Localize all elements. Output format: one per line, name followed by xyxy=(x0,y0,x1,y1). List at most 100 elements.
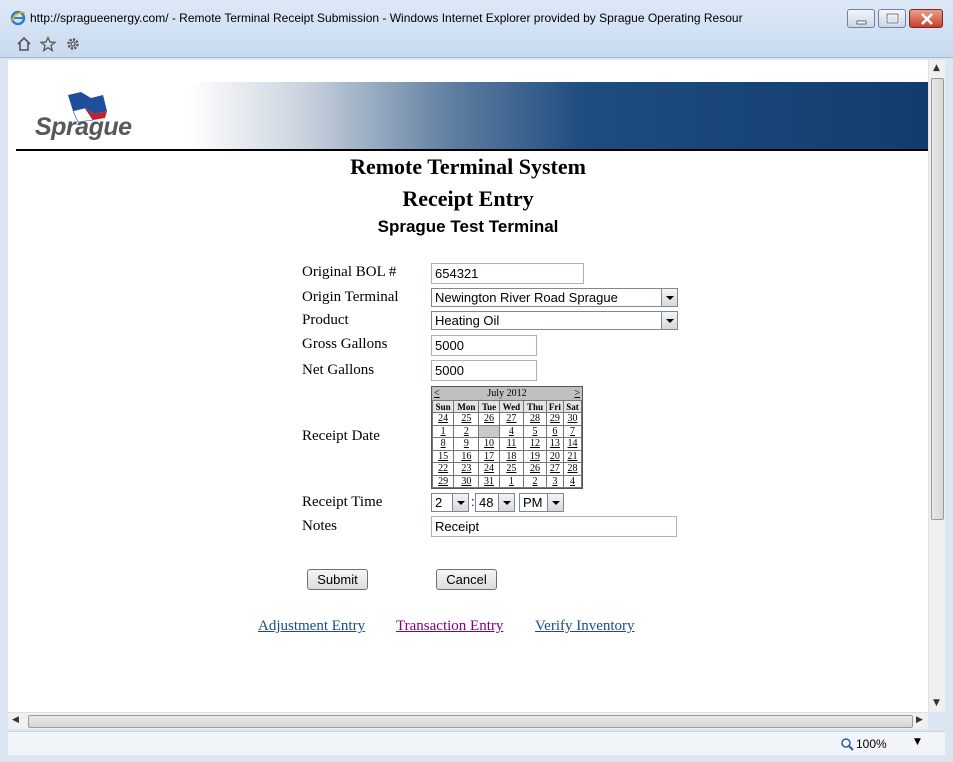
scroll-left-icon[interactable]: ◀ xyxy=(12,715,19,725)
calendar-next-month[interactable]: > xyxy=(574,387,580,400)
zoom-level[interactable]: 100% xyxy=(856,737,887,751)
calendar-day[interactable]: 6 xyxy=(545,424,565,438)
net-gallons-input[interactable]: 5000 xyxy=(431,360,537,381)
scroll-right-icon[interactable]: ▶ xyxy=(916,715,923,725)
calendar-day[interactable]: 23 xyxy=(453,462,480,476)
calendar-day[interactable]: 13 xyxy=(545,437,565,451)
calendar-day[interactable]: 27 xyxy=(498,412,525,426)
zoom-magnifier-icon[interactable] xyxy=(840,737,854,751)
logo-wordmark: Sprague xyxy=(35,113,132,141)
calendar-day[interactable]: 9 xyxy=(453,437,480,451)
calendar-day[interactable]: 22 xyxy=(431,462,455,476)
gross-gallons-input[interactable]: 5000 xyxy=(431,335,537,356)
close-button[interactable] xyxy=(909,9,943,28)
ampm-value: PM xyxy=(523,495,543,510)
calendar-day[interactable]: 29 xyxy=(545,412,565,426)
zoom-dropdown-icon[interactable]: ▼ xyxy=(914,737,921,747)
calendar-weekday: Thu xyxy=(523,400,547,413)
calendar-day[interactable]: 24 xyxy=(478,462,500,476)
calendar-day[interactable]: 11 xyxy=(498,437,525,451)
calendar-day[interactable]: 26 xyxy=(478,412,500,426)
calendar-day[interactable]: 25 xyxy=(498,462,525,476)
minimize-icon xyxy=(856,20,867,25)
gear-icon[interactable] xyxy=(65,36,81,52)
calendar-grid: Sun Mon Tue Wed Thu Fri Sat 24 25 26 27 28 29 30 1 2 3 4… xyxy=(431,400,582,488)
chevron-down-icon[interactable] xyxy=(498,494,514,511)
minimize-button[interactable] xyxy=(847,9,875,28)
bol-input[interactable]: 654321 xyxy=(431,263,584,284)
calendar-day[interactable]: 27 xyxy=(545,462,565,476)
vertical-scroll-thumb[interactable] xyxy=(931,78,944,520)
product-select[interactable]: Heating Oil xyxy=(431,311,678,330)
hour-select[interactable]: 2 xyxy=(431,493,469,512)
bol-label: Original BOL # xyxy=(302,264,397,280)
calendar-day[interactable]: 30 xyxy=(453,474,480,488)
receipt-date-label: Receipt Date xyxy=(302,428,380,444)
cancel-button[interactable]: Cancel xyxy=(436,569,497,590)
origin-terminal-label: Origin Terminal xyxy=(302,289,399,305)
calendar-day[interactable]: 1 xyxy=(431,424,455,438)
calendar-day[interactable]: 29 xyxy=(431,474,455,488)
scroll-up-icon[interactable]: ▲ xyxy=(933,63,940,73)
calendar-day[interactable]: 4 xyxy=(563,474,582,488)
calendar-day[interactable]: 3 xyxy=(545,474,565,488)
calendar-day[interactable]: 28 xyxy=(523,412,547,426)
calendar-weekday: Sat xyxy=(563,400,582,413)
calendar-day[interactable]: 21 xyxy=(563,449,582,463)
calendar-prev-month[interactable]: < xyxy=(434,387,440,400)
chevron-down-icon[interactable] xyxy=(661,312,677,329)
calendar-day[interactable]: 17 xyxy=(478,449,500,463)
calendar-week: 22 23 24 25 26 27 28 xyxy=(431,462,582,476)
calendar-day[interactable]: 16 xyxy=(453,449,480,463)
calendar-day[interactable]: 3 xyxy=(478,424,500,438)
notes-input[interactable]: Receipt xyxy=(431,516,677,537)
calendar-day[interactable]: 15 xyxy=(431,449,455,463)
notes-label: Notes xyxy=(302,518,337,534)
transaction-entry-link[interactable]: Transaction Entry xyxy=(396,618,503,635)
horizontal-scrollbar[interactable]: ◀ ▶ xyxy=(8,712,928,729)
calendar-weekday: Tue xyxy=(478,400,500,413)
chevron-down-icon[interactable] xyxy=(452,494,468,511)
calendar-header: < July 2012 > xyxy=(432,387,582,400)
calendar-month: July 2012 xyxy=(487,388,527,399)
calendar-day[interactable]: 5 xyxy=(523,424,547,438)
calendar-day[interactable]: 25 xyxy=(453,412,480,426)
calendar-day[interactable]: 12 xyxy=(523,437,547,451)
calendar-day[interactable]: 2 xyxy=(453,424,480,438)
calendar-day[interactable]: 1 xyxy=(498,474,525,488)
calendar-day[interactable]: 7 xyxy=(563,424,582,438)
scroll-down-icon[interactable]: ▼ xyxy=(933,698,940,708)
calendar-day[interactable]: 4 xyxy=(498,424,525,438)
page-viewport: Sprague Remote Terminal System Receipt E… xyxy=(8,60,928,712)
verify-inventory-link[interactable]: Verify Inventory xyxy=(535,618,635,635)
chevron-down-icon[interactable] xyxy=(661,289,677,306)
calendar-day[interactable]: 24 xyxy=(431,412,455,426)
minute-select[interactable]: 48 xyxy=(475,493,515,512)
calendar-day[interactable]: 18 xyxy=(498,449,525,463)
calendar-day[interactable]: 31 xyxy=(478,474,500,488)
calendar-day[interactable]: 2 xyxy=(523,474,547,488)
calendar-week: 29 30 31 1 2 3 4 xyxy=(431,474,582,488)
ampm-select[interactable]: PM xyxy=(519,493,564,512)
origin-terminal-select[interactable]: Newington River Road Sprague xyxy=(431,288,678,307)
calendar-day[interactable]: 8 xyxy=(431,437,455,451)
calendar-day[interactable]: 14 xyxy=(563,437,582,451)
calendar-day[interactable]: 19 xyxy=(523,449,547,463)
receipt-time-label: Receipt Time xyxy=(302,494,383,510)
favorites-star-icon[interactable] xyxy=(40,36,56,52)
calendar-day[interactable]: 10 xyxy=(478,437,500,451)
maximize-button[interactable] xyxy=(878,9,906,28)
calendar-day[interactable]: 20 xyxy=(545,449,565,463)
ie-logo-icon xyxy=(10,10,26,26)
calendar-day[interactable]: 30 xyxy=(563,412,582,426)
adjustment-entry-link[interactable]: Adjustment Entry xyxy=(258,618,365,635)
window-titlebar: http://spragueenergy.com/ - Remote Termi… xyxy=(0,0,953,58)
vertical-scrollbar[interactable]: ▲ ▼ xyxy=(928,60,945,712)
calendar-day[interactable]: 26 xyxy=(523,462,547,476)
product-value: Heating Oil xyxy=(435,313,500,328)
submit-button[interactable]: Submit xyxy=(307,569,368,590)
chevron-down-icon[interactable] xyxy=(547,494,563,511)
home-icon[interactable] xyxy=(16,36,32,52)
horizontal-scroll-thumb[interactable] xyxy=(28,715,913,728)
calendar-day[interactable]: 28 xyxy=(563,462,582,476)
